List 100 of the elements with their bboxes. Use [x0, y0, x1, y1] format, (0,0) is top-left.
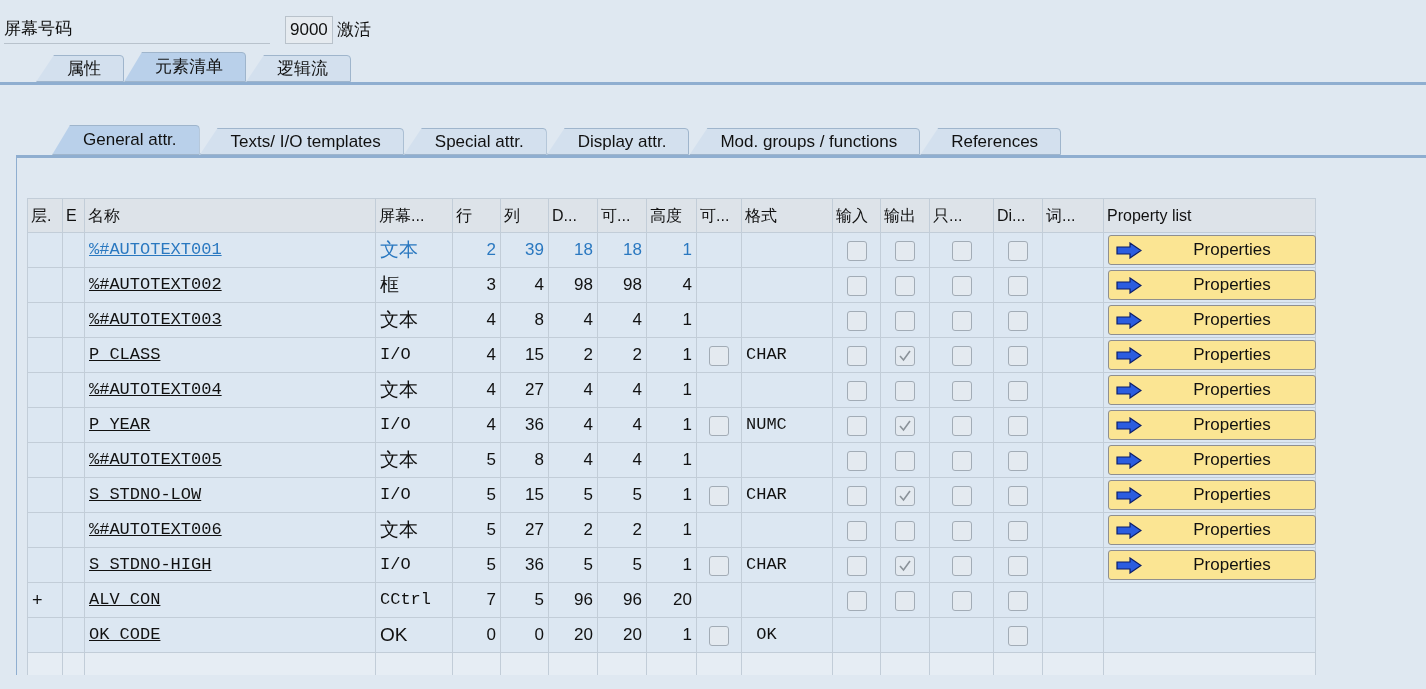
tab[interactable]: Mod. groups / functions — [689, 128, 921, 155]
table-cell-text: OK — [755, 625, 777, 645]
checkbox[interactable] — [895, 450, 915, 471]
checkbox[interactable] — [1008, 380, 1028, 401]
checkbox[interactable] — [895, 275, 915, 296]
checkbox[interactable] — [846, 485, 867, 506]
column-header[interactable]: 层. — [27, 198, 63, 233]
checkbox[interactable] — [709, 345, 729, 366]
properties-button[interactable]: Properties — [1108, 550, 1316, 580]
checkbox[interactable] — [1008, 555, 1028, 576]
checkbox[interactable] — [846, 450, 867, 471]
column-header[interactable]: 行 — [452, 198, 501, 233]
checkbox[interactable] — [895, 555, 915, 576]
column-header[interactable]: 词... — [1042, 198, 1104, 233]
checkbox[interactable] — [846, 275, 867, 296]
checkbox[interactable] — [846, 380, 867, 401]
checkbox[interactable] — [895, 345, 915, 366]
checkbox[interactable] — [895, 415, 915, 436]
checkbox[interactable] — [951, 415, 972, 436]
checkmark-icon — [898, 488, 912, 503]
column-header[interactable]: 只... — [929, 198, 994, 233]
checkbox[interactable] — [895, 310, 915, 331]
table-cell: I/O — [380, 345, 411, 365]
checkbox[interactable] — [709, 485, 729, 506]
checkbox[interactable] — [1008, 520, 1028, 541]
checkbox[interactable] — [951, 520, 972, 541]
element-link[interactable]: P_YEAR — [89, 415, 151, 435]
checkbox[interactable] — [709, 415, 729, 436]
properties-button[interactable]: Properties — [1108, 235, 1316, 265]
properties-button[interactable]: Properties — [1108, 515, 1316, 545]
column-header[interactable]: 格式 — [741, 198, 833, 233]
table-cell: 98 — [623, 275, 642, 295]
properties-button[interactable]: Properties — [1108, 270, 1316, 300]
checkbox[interactable] — [951, 345, 972, 366]
checkbox[interactable] — [1008, 625, 1028, 646]
column-header[interactable]: D... — [548, 198, 598, 233]
column-header[interactable]: 输出 — [880, 198, 930, 233]
properties-button[interactable]: Properties — [1108, 410, 1316, 440]
checkbox[interactable] — [1008, 415, 1028, 436]
checkbox[interactable] — [846, 520, 867, 541]
checkbox[interactable] — [895, 380, 915, 401]
column-header[interactable]: Property list — [1103, 198, 1316, 233]
properties-button[interactable]: Properties — [1108, 445, 1316, 475]
column-header[interactable]: Di... — [993, 198, 1043, 233]
table-cell: 18 — [623, 240, 642, 260]
checkbox[interactable] — [1008, 450, 1028, 471]
checkbox[interactable] — [951, 380, 972, 401]
checkbox[interactable] — [846, 590, 867, 611]
checkbox[interactable] — [951, 275, 972, 296]
column-header[interactable]: 可... — [597, 198, 647, 233]
column-header[interactable]: 名称 — [84, 198, 376, 233]
checkbox[interactable] — [1008, 485, 1028, 506]
checkbox[interactable] — [951, 555, 972, 576]
checkbox[interactable] — [709, 625, 729, 646]
table-cell: 文本 — [380, 448, 418, 470]
checkbox[interactable] — [846, 310, 867, 331]
column-header[interactable]: 输入 — [832, 198, 881, 233]
properties-button[interactable]: Properties — [1108, 340, 1316, 370]
properties-button[interactable]: Properties — [1108, 375, 1316, 405]
element-link[interactable]: ALV_CON — [89, 590, 161, 610]
column-header[interactable]: 可... — [696, 198, 742, 233]
table-cell: 1 — [682, 625, 692, 645]
checkbox[interactable] — [951, 240, 972, 261]
checkbox[interactable] — [1008, 310, 1028, 331]
element-link[interactable]: OK_CODE — [89, 625, 161, 645]
checkbox[interactable] — [846, 415, 867, 436]
checkbox[interactable] — [1008, 345, 1028, 366]
column-header[interactable]: 高度 — [646, 198, 697, 233]
tab[interactable]: General attr. — [52, 125, 200, 155]
checkbox[interactable] — [895, 590, 915, 611]
checkbox[interactable] — [895, 520, 915, 541]
checkbox[interactable] — [951, 310, 972, 331]
checkbox[interactable] — [1008, 240, 1028, 261]
checkbox[interactable] — [951, 450, 972, 471]
checkbox[interactable] — [895, 485, 915, 506]
tab[interactable]: 逻辑流 — [246, 55, 351, 82]
element-link[interactable]: P_CLASS — [89, 345, 161, 365]
screen-number-field[interactable]: 9000 — [285, 16, 333, 44]
column-header[interactable]: E — [62, 198, 85, 233]
tab[interactable]: References — [920, 128, 1062, 155]
properties-button[interactable]: Properties — [1108, 305, 1316, 335]
tab[interactable]: Texts/ I/O templates — [199, 128, 404, 155]
checkbox[interactable] — [846, 345, 867, 366]
arrow-right-icon — [1116, 417, 1142, 434]
column-header[interactable]: 列 — [500, 198, 549, 233]
checkbox[interactable] — [709, 555, 729, 576]
checkbox[interactable] — [846, 555, 867, 576]
checkbox[interactable] — [1008, 275, 1028, 296]
checkbox[interactable] — [846, 240, 867, 261]
checkbox[interactable] — [895, 240, 915, 261]
tab[interactable]: 属性 — [36, 55, 124, 82]
checkbox[interactable] — [951, 485, 972, 506]
tab[interactable]: 元素清单 — [124, 52, 246, 82]
tab[interactable]: Special attr. — [403, 128, 547, 155]
properties-button[interactable]: Properties — [1108, 480, 1316, 510]
table-cell: 4 — [486, 415, 496, 435]
column-header[interactable]: 屏幕... — [375, 198, 453, 233]
checkbox[interactable] — [951, 590, 972, 611]
checkbox[interactable] — [1008, 590, 1028, 611]
tab[interactable]: Display attr. — [546, 128, 690, 155]
